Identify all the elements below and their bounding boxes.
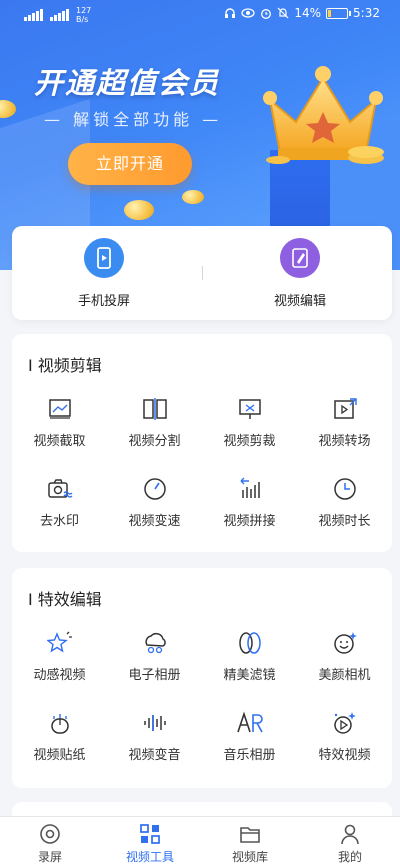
filters-button[interactable]: 精美滤镜 — [202, 630, 297, 683]
tool-label: 电子相册 — [128, 668, 181, 683]
mute-bell-icon — [277, 7, 289, 19]
tool-label: 视频分割 — [128, 434, 181, 449]
tool-label: 视频贴纸 — [33, 748, 86, 763]
open-vip-button[interactable]: 立即开通 — [68, 143, 192, 185]
section-title: I 视频剪辑 — [28, 356, 102, 375]
tool-label: 视频变速 — [128, 514, 181, 529]
video-duration-button[interactable]: 视频时长 — [297, 476, 392, 529]
folder-icon — [200, 823, 300, 845]
clock-time: 5:32 — [353, 6, 380, 20]
crown-icon — [263, 66, 384, 164]
video-trim-button[interactable]: 视频截取 — [12, 396, 107, 449]
tab-video-tools[interactable]: 视频工具 — [100, 823, 200, 865]
coin-icon — [182, 190, 204, 204]
tool-label: 去水印 — [39, 514, 79, 529]
network-speed-unit: B/s — [76, 15, 89, 24]
quick-action-label: 手机投屏 — [77, 294, 130, 309]
network-speed: 127 B/s — [76, 6, 91, 24]
remove-watermark-button[interactable]: 去水印 — [12, 476, 107, 529]
tab-record[interactable]: 录屏 — [0, 823, 100, 865]
status-bar: 127 B/s 14% 5:32 — [0, 0, 400, 28]
dynamic-video-button[interactable]: 动感视频 — [12, 630, 107, 683]
remove-watermark-icon — [12, 476, 107, 502]
tool-label: 特效视频 — [318, 748, 371, 763]
sparkle-icon — [12, 630, 107, 656]
music-album-icon — [202, 710, 297, 736]
tool-label: 视频时长 — [318, 514, 371, 529]
tab-label: 我的 — [337, 850, 362, 864]
tab-label: 录屏 — [37, 850, 62, 864]
battery-fill — [328, 9, 332, 17]
tab-label: 视频库 — [231, 850, 268, 864]
tool-label: 视频剪裁 — [223, 434, 276, 449]
status-icons: 14% 5:32 — [224, 6, 380, 20]
banner-title: 开通超值会员 — [34, 66, 221, 100]
phone-mirror-icon — [84, 238, 124, 278]
video-merge-button[interactable]: 视频拼接 — [202, 476, 297, 529]
voice-change-icon — [107, 710, 202, 736]
alarm-icon — [261, 9, 272, 19]
video-crop-icon — [202, 396, 297, 422]
bottom-tab-bar: 录屏 视频工具 视频库 我的 — [0, 816, 400, 868]
video-split-icon — [107, 396, 202, 422]
tool-label: 视频拼接 — [223, 514, 276, 529]
beauty-face-icon — [297, 630, 392, 656]
video-edit-icon — [280, 238, 320, 278]
merge-icon — [202, 476, 297, 502]
video-split-button[interactable]: 视频分割 — [107, 396, 202, 449]
tool-label: 视频变音 — [128, 748, 181, 763]
album-icon — [107, 630, 202, 656]
video-trim-icon — [12, 396, 107, 422]
battery-icon — [326, 7, 352, 19]
record-icon — [0, 823, 100, 845]
clock-icon — [297, 476, 392, 502]
effects-editing-section: I 特效编辑 动感视频 电子相册 精美滤镜 美颜相机 视频贴纸 视频变音 音乐相… — [12, 568, 392, 788]
signal-group: 127 B/s — [24, 6, 91, 24]
video-editing-section: I 视频剪辑 视频截取 视频分割 视频剪裁 视频转场 去水印 视频变速 视频拼接… — [12, 334, 392, 552]
tool-label: 美颜相机 — [318, 668, 371, 683]
coin-icon — [0, 100, 16, 118]
quick-actions-card: 手机投屏 视频编辑 — [12, 226, 392, 320]
network-speed-value: 127 — [76, 6, 92, 15]
speed-icon — [107, 476, 202, 502]
video-transition-icon — [297, 396, 392, 422]
battery-percent: 14% — [294, 6, 322, 20]
video-edit-button[interactable]: 视频编辑 — [240, 238, 360, 309]
screen-mirror-button[interactable]: 手机投屏 — [44, 238, 164, 309]
filter-icon — [202, 630, 297, 656]
e-album-button[interactable]: 电子相册 — [107, 630, 202, 683]
eye-icon — [241, 8, 256, 18]
tab-video-library[interactable]: 视频库 — [200, 823, 300, 865]
divider — [202, 266, 203, 280]
video-crop-button[interactable]: 视频剪裁 — [202, 396, 297, 449]
sticker-icon — [12, 710, 107, 736]
tool-label: 音乐相册 — [223, 748, 276, 763]
banner-subtitle: — 解锁全部功能 — — [44, 110, 223, 129]
effects-video-button[interactable]: 特效视频 — [297, 710, 392, 763]
headset-icon — [225, 8, 236, 18]
tool-label: 动感视频 — [33, 668, 86, 683]
quick-action-label: 视频编辑 — [273, 294, 326, 309]
effects-video-icon — [297, 710, 392, 736]
video-transition-button[interactable]: 视频转场 — [297, 396, 392, 449]
tool-label: 视频截取 — [33, 434, 86, 449]
tools-icon — [100, 823, 200, 845]
tab-mine[interactable]: 我的 — [300, 823, 400, 865]
video-speed-button[interactable]: 视频变速 — [107, 476, 202, 529]
signal-icon — [50, 9, 70, 21]
music-album-button[interactable]: 音乐相册 — [202, 710, 297, 763]
signal-icon — [24, 9, 44, 21]
section-title: I 特效编辑 — [28, 590, 102, 609]
tab-label: 视频工具 — [125, 850, 174, 864]
beauty-camera-button[interactable]: 美颜相机 — [297, 630, 392, 683]
tool-label: 精美滤镜 — [223, 668, 276, 683]
voice-change-button[interactable]: 视频变音 — [107, 710, 202, 763]
video-sticker-button[interactable]: 视频贴纸 — [12, 710, 107, 763]
profile-icon — [300, 823, 400, 845]
coin-icon — [124, 200, 154, 220]
tool-label: 视频转场 — [318, 434, 371, 449]
